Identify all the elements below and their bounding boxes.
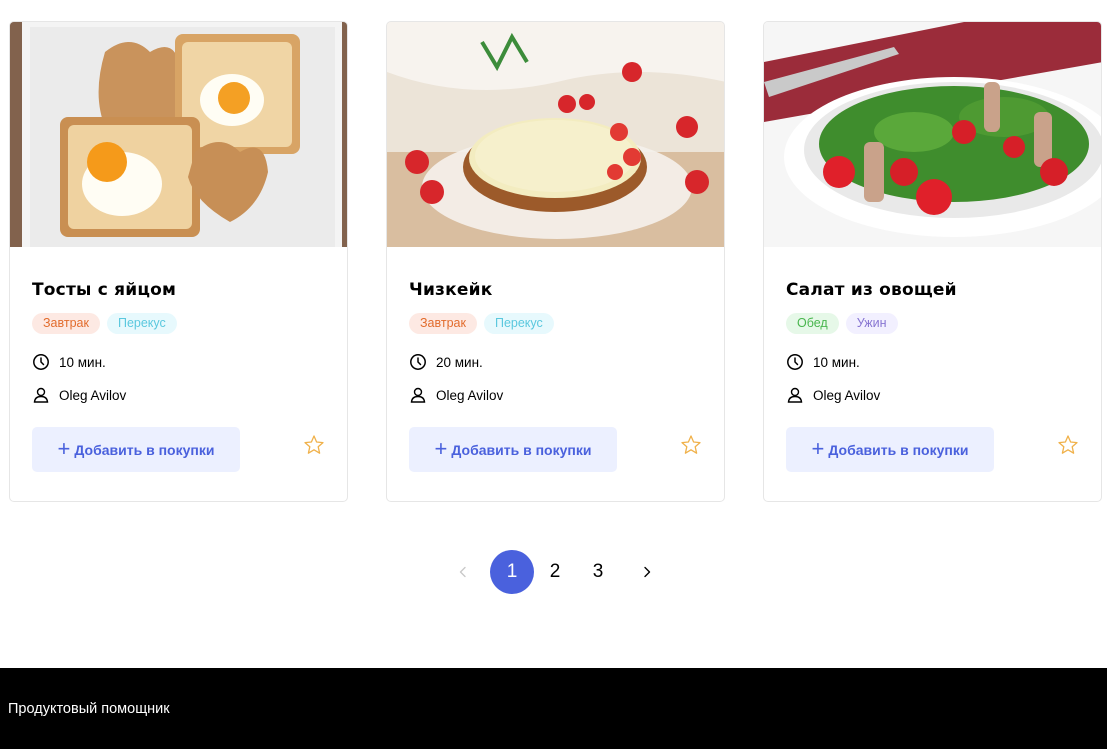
chevron-left-icon xyxy=(457,566,469,578)
recipe-title[interactable]: Салат из овощей xyxy=(786,280,957,300)
pagination-next-button[interactable] xyxy=(625,550,669,594)
recipe-time-value: 20 мин. xyxy=(436,354,483,370)
tag-snack: Перекус xyxy=(483,313,554,334)
add-to-shopping-button[interactable]: + Добавить в покупки xyxy=(409,427,617,472)
add-to-shopping-label: Добавить в покупки xyxy=(828,441,969,458)
recipe-author: Oleg Avilov xyxy=(409,386,503,404)
recipe-card: Чизкейк Завтрак Перекус 20 мин. Oleg Avi… xyxy=(386,21,725,502)
recipe-title[interactable]: Чизкейк xyxy=(409,280,492,300)
favorite-star-icon[interactable] xyxy=(680,434,702,456)
recipe-author: Oleg Avilov xyxy=(32,386,126,404)
add-to-shopping-button[interactable]: + Добавить в покупки xyxy=(786,427,994,472)
clock-icon xyxy=(786,353,804,371)
tag-breakfast: Завтрак xyxy=(32,313,100,334)
recipe-author-name[interactable]: Oleg Avilov xyxy=(59,388,126,403)
pagination-page-2[interactable]: 2 xyxy=(533,550,577,594)
add-to-shopping-label: Добавить в покупки xyxy=(74,441,215,458)
recipe-author: Oleg Avilov xyxy=(786,386,880,404)
recipe-image-salad[interactable] xyxy=(764,22,1101,247)
pagination-page-1[interactable]: 1 xyxy=(490,550,534,594)
footer: Продуктовый помощник xyxy=(0,668,1107,749)
clock-icon xyxy=(32,353,50,371)
recipe-time: 10 мин. xyxy=(786,353,860,371)
recipe-time-value: 10 мин. xyxy=(813,354,860,370)
recipe-tags: Завтрак Перекус xyxy=(32,313,177,334)
add-to-shopping-button[interactable]: + Добавить в покупки xyxy=(32,427,240,472)
recipe-card: Тосты с яйцом Завтрак Перекус 10 мин. Ol… xyxy=(9,21,348,502)
tag-lunch: Обед xyxy=(786,313,839,334)
user-icon xyxy=(786,386,804,404)
chevron-right-icon xyxy=(641,566,653,578)
pagination: 1 2 3 xyxy=(0,550,1107,594)
recipe-author-name[interactable]: Oleg Avilov xyxy=(436,388,503,403)
favorite-star-icon[interactable] xyxy=(1057,434,1079,456)
recipe-image-toast[interactable] xyxy=(10,22,347,247)
tag-dinner: Ужин xyxy=(845,313,898,334)
recipe-card: Салат из овощей Обед Ужин 10 мин. Oleg A… xyxy=(763,21,1102,502)
tag-snack: Перекус xyxy=(106,313,177,334)
plus-icon: + xyxy=(811,435,825,461)
user-icon xyxy=(409,386,427,404)
plus-icon: + xyxy=(57,435,71,461)
add-to-shopping-label: Добавить в покупки xyxy=(451,441,592,458)
plus-icon: + xyxy=(434,435,448,461)
favorite-star-icon[interactable] xyxy=(303,434,325,456)
pagination-prev-button[interactable] xyxy=(441,550,485,594)
recipe-time: 10 мин. xyxy=(32,353,106,371)
user-icon xyxy=(32,386,50,404)
tag-breakfast: Завтрак xyxy=(409,313,477,334)
pagination-page-3[interactable]: 3 xyxy=(576,550,620,594)
recipe-cards: Тосты с яйцом Завтрак Перекус 10 мин. Ol… xyxy=(9,21,1107,502)
clock-icon xyxy=(409,353,427,371)
recipe-author-name[interactable]: Oleg Avilov xyxy=(813,388,880,403)
recipe-tags: Завтрак Перекус xyxy=(409,313,554,334)
footer-brand[interactable]: Продуктовый помощник xyxy=(8,701,170,717)
recipe-time: 20 мин. xyxy=(409,353,483,371)
recipe-title[interactable]: Тосты с яйцом xyxy=(32,280,176,300)
recipe-tags: Обед Ужин xyxy=(786,313,898,334)
recipe-image-cheesecake[interactable] xyxy=(387,22,724,247)
recipe-time-value: 10 мин. xyxy=(59,354,106,370)
